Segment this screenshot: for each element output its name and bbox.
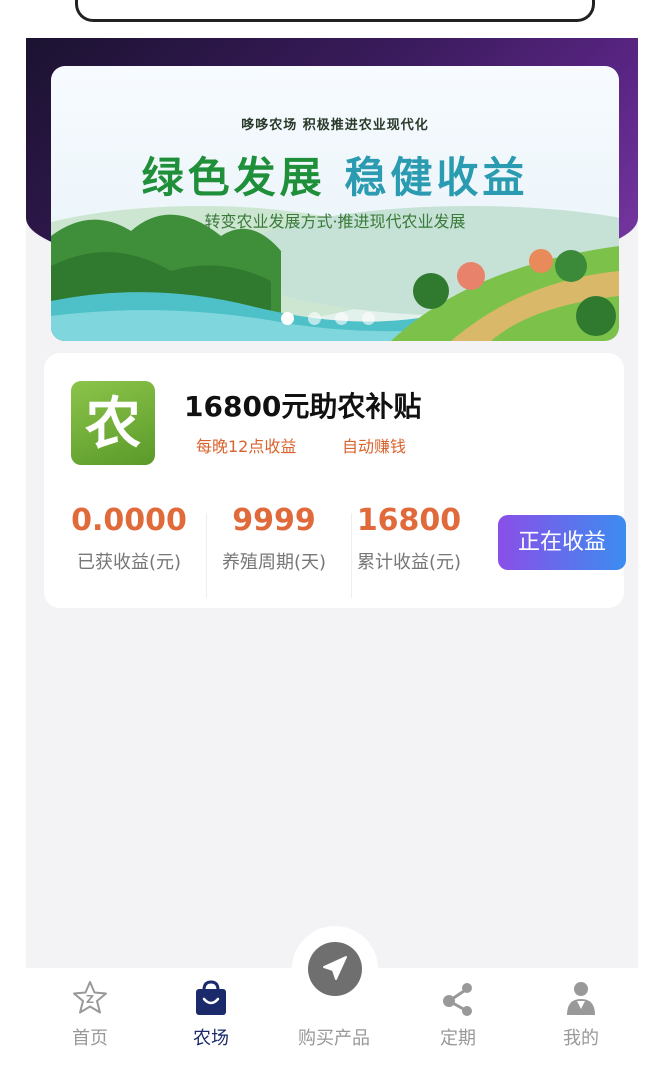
banner-title-green: 绿色发展 [141, 153, 326, 202]
tab-home[interactable]: Z 首页 [40, 978, 140, 1050]
carousel-dot-4[interactable] [362, 312, 375, 325]
stat-total: 16800 累计收益(元) [344, 503, 474, 574]
carousel-dots [281, 312, 375, 325]
carousel-dot-1[interactable] [281, 312, 294, 325]
product-card: 农 16800元助农补贴 每晚12点收益 自动赚钱 0.0000 已获收益(元)… [44, 353, 626, 608]
earning-status-button[interactable]: 正在收益 [498, 515, 626, 570]
home-star-icon: Z [40, 978, 140, 1018]
tab-regular-label: 定期 [440, 1028, 476, 1049]
tag-nightly-earnings: 每晚12点收益 [196, 437, 297, 456]
tab-home-label: 首页 [72, 1028, 108, 1049]
share-nodes-icon [408, 978, 508, 1018]
carousel-dot-3[interactable] [335, 312, 348, 325]
carousel-dot-2[interactable] [308, 312, 321, 325]
stat-earned-label: 已获收益(元) [76, 552, 182, 573]
stat-total-label: 累计收益(元) [356, 552, 462, 573]
svg-text:Z: Z [86, 993, 94, 1006]
stat-cycle-value: 9999 [232, 503, 316, 538]
promo-banner[interactable]: 哆哆农场 积极推进农业现代化 绿色发展 稳健收益 转变农业发展方式·推进现代农业… [51, 66, 619, 341]
stat-earned: 0.0000 已获收益(元) [54, 503, 204, 574]
banner-title: 绿色发展 稳健收益 [51, 144, 619, 205]
tab-farm[interactable]: 农场 [161, 978, 261, 1050]
banner-slogan: 转变农业发展方式·推进现代农业发展 [204, 212, 466, 231]
banner-title-teal: 稳健收益 [344, 153, 529, 202]
stat-earned-value: 0.0000 [71, 503, 187, 538]
tab-me-label: 我的 [563, 1028, 599, 1049]
device-frame-top [75, 0, 595, 22]
tab-me[interactable]: 我的 [531, 978, 631, 1050]
user-icon [531, 978, 631, 1018]
divider [206, 513, 207, 598]
farm-app-icon: 农 [71, 381, 155, 465]
stat-cycle-label: 养殖周期(天) [221, 552, 327, 573]
product-title: 16800元助农补贴 [184, 390, 422, 423]
tab-buy-label: 购买产品 [298, 1028, 370, 1049]
banner-subtitle: 哆哆农场 积极推进农业现代化 [241, 118, 429, 133]
app-screen: 哆哆农场 积极推进农业现代化 绿色发展 稳健收益 转变农业发展方式·推进现代农业… [26, 38, 638, 1080]
stat-total-value: 16800 [356, 503, 462, 538]
buy-products-fab[interactable] [292, 926, 378, 1012]
tag-auto-earn: 自动赚钱 [342, 437, 407, 456]
tab-regular[interactable]: 定期 [408, 978, 508, 1050]
stat-cycle: 9999 养殖周期(天) [209, 503, 339, 574]
navigation-arrow-icon [308, 942, 362, 996]
shopping-bag-icon [161, 978, 261, 1018]
tab-farm-label: 农场 [193, 1028, 229, 1049]
svg-text:农: 农 [85, 391, 141, 457]
